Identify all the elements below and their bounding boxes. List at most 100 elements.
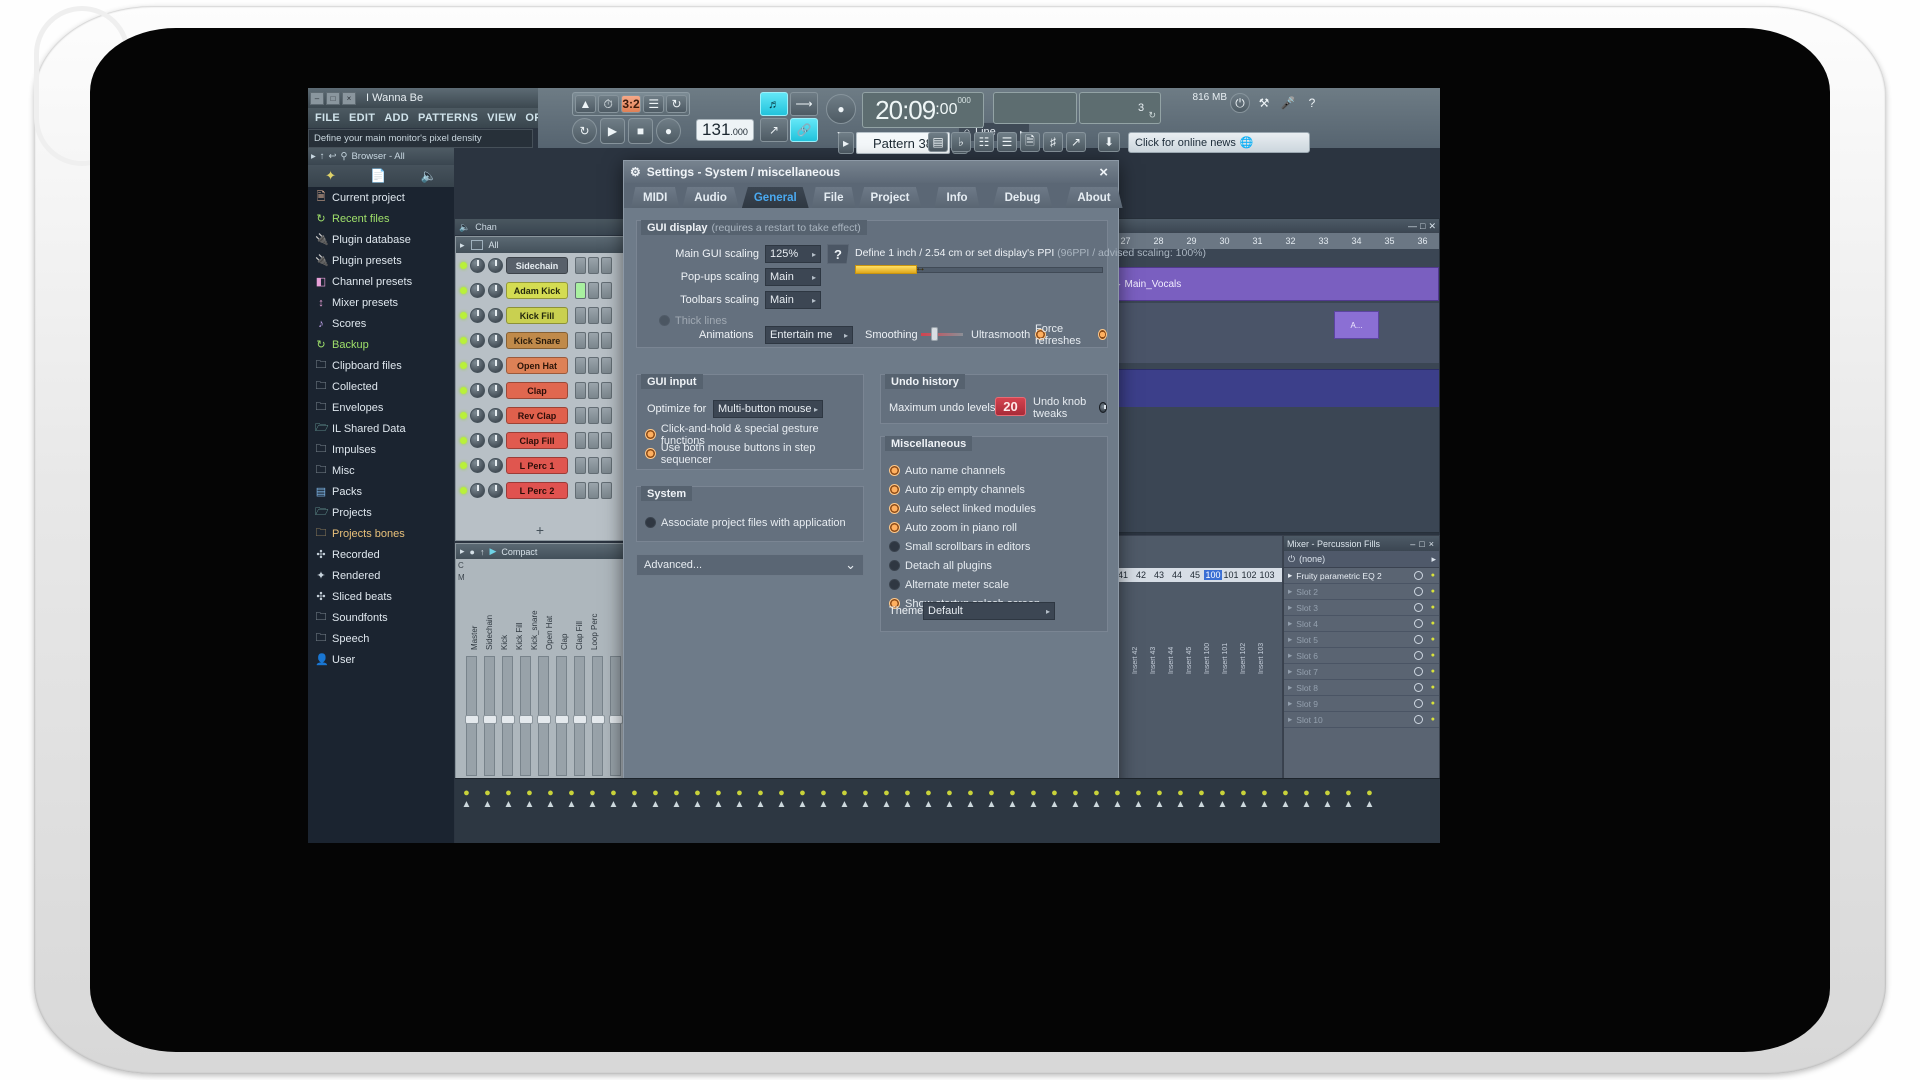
channel-led[interactable] (460, 312, 467, 319)
channel-led[interactable] (460, 387, 467, 394)
mixer-fader[interactable] (519, 656, 533, 776)
piano-roll-marker[interactable]: ● ▲ (459, 787, 474, 810)
insert-number[interactable]: 44 (1168, 570, 1186, 580)
miscellaneous-radio-4[interactable] (889, 541, 900, 552)
mixer-slot[interactable]: ▸ Slot 10 ● (1284, 712, 1439, 728)
step-button[interactable] (588, 457, 599, 474)
browser-item-7[interactable]: ↻ Backup (308, 334, 454, 355)
volume-knob[interactable] (488, 333, 503, 348)
playlist-pattern-row[interactable] (1109, 369, 1439, 407)
step-button[interactable] (588, 382, 599, 399)
insert-number-row[interactable]: 41 42 43 44 45 100 101 102 103 (1114, 568, 1282, 582)
browser-item-22[interactable]: 👤 User (308, 649, 454, 670)
channel-name[interactable]: L Perc 2 (506, 482, 568, 499)
mixer-slot[interactable]: ▸ Slot 8 ● (1284, 680, 1439, 696)
step-button[interactable] (601, 407, 612, 424)
browser-item-15[interactable]: 🗁 Projects (308, 502, 454, 523)
mixer-track-label[interactable]: Master (470, 588, 479, 650)
popups-scaling-select[interactable]: Main (765, 268, 821, 286)
menu-item-patterns[interactable]: PATTERNS (418, 112, 478, 124)
tab-file[interactable]: File (811, 187, 856, 208)
mixer-slot[interactable]: ▸ Slot 2 ● (1284, 584, 1439, 600)
piano-roll-marker[interactable]: ● ▲ (921, 787, 936, 810)
piano-roll-marker[interactable]: ● ▲ (1047, 787, 1062, 810)
tab-about[interactable]: About (1065, 187, 1123, 208)
stop-button[interactable]: ■ (628, 118, 653, 144)
pan-knob[interactable] (470, 333, 485, 348)
mixer-fader[interactable] (537, 656, 551, 776)
piano-roll-marker[interactable]: ● ▲ (1152, 787, 1167, 810)
insert-name[interactable]: Insert 45 (1186, 584, 1204, 674)
step-button[interactable] (601, 432, 612, 449)
pan-knob[interactable] (470, 258, 485, 273)
browser-item-14[interactable]: ▤ Packs (308, 481, 454, 502)
close-icon[interactable]: ✕ (1428, 221, 1436, 232)
slot-knob[interactable] (1413, 683, 1423, 692)
browser-icon[interactable]: 🗎 (1020, 132, 1040, 152)
slot-led[interactable]: ● (1431, 636, 1435, 643)
insert-name[interactable]: Insert 103 (1258, 584, 1276, 674)
piano-roll-marker[interactable]: ● ▲ (1362, 787, 1377, 810)
export-icon[interactable]: ⬇ (1098, 132, 1120, 152)
slot-led[interactable]: ● (1431, 652, 1435, 659)
tab-general[interactable]: General (741, 187, 809, 208)
piano-roll-marker[interactable]: ● ▲ (543, 787, 558, 810)
step-edit-icon[interactable]: ⟶ (790, 92, 818, 116)
step-button[interactable] (575, 307, 586, 324)
playlist-clip-a[interactable]: A... (1334, 311, 1379, 339)
channel-name[interactable]: Rev Clap (506, 407, 568, 424)
browser-item-19[interactable]: ✣ Sliced beats (308, 586, 454, 607)
slot-led[interactable]: ● (1431, 668, 1435, 675)
fader-handle[interactable] (483, 715, 497, 724)
menu-item-edit[interactable]: EDIT (349, 112, 375, 124)
fader-handle[interactable] (501, 715, 515, 724)
miscellaneous-radio-6[interactable] (889, 579, 900, 590)
miscellaneous-option-2[interactable]: Auto select linked modules (889, 499, 1040, 518)
piano-roll-marker[interactable]: ● ▲ (837, 787, 852, 810)
maximize-icon[interactable]: □ (1420, 221, 1425, 231)
browser-item-11[interactable]: 🗁 IL Shared Data (308, 418, 454, 439)
insert-number[interactable]: 101 (1222, 570, 1240, 580)
wait-midi-icon[interactable]: ⏱ (597, 95, 619, 113)
search-icon[interactable]: ⚲ (341, 151, 348, 162)
channel-filter-label[interactable]: All (489, 240, 499, 250)
tab-midi[interactable]: MIDI (631, 187, 680, 208)
tools-icon[interactable]: ⚒ (1254, 93, 1274, 113)
step-button[interactable] (588, 407, 599, 424)
smoothing-slider-handle[interactable] (931, 327, 938, 341)
browser-item-2[interactable]: 🔌 Plugin database (308, 229, 454, 250)
channel-name[interactable]: Clap Fill (506, 432, 568, 449)
mixer-slot[interactable]: ▸ Slot 3 ● (1284, 600, 1439, 616)
slot-led[interactable]: ● (1431, 700, 1435, 707)
minimize-button[interactable]: – (310, 91, 324, 105)
tab-debug[interactable]: Debug (992, 187, 1053, 208)
browser-item-17[interactable]: ✣ Recorded (308, 544, 454, 565)
piano-roll-marker[interactable]: ● ▲ (1131, 787, 1146, 810)
step-button[interactable] (588, 432, 599, 449)
effects-icon[interactable]: ↗ (1066, 132, 1086, 152)
up-arrow-icon[interactable]: ↑ (320, 151, 325, 162)
volume-knob[interactable] (488, 483, 503, 498)
mixer-slot[interactable]: ▸ Slot 6 ● (1284, 648, 1439, 664)
plugin-picker-icon[interactable]: ♯ (1043, 132, 1063, 152)
close-icon[interactable]: × (1429, 539, 1434, 549)
piano-roll-marker[interactable]: ● ▲ (1257, 787, 1272, 810)
piano-roll-marker[interactable]: ● ▲ (774, 787, 789, 810)
browser-item-21[interactable]: 🗀 Speech (308, 628, 454, 649)
piano-roll-marker[interactable]: ● ▲ (1236, 787, 1251, 810)
mixer-slot-header[interactable]: ⏻ (none) ▸ (1284, 551, 1439, 568)
loop-toggle-icon[interactable]: ↻ (572, 118, 597, 144)
step-button[interactable] (575, 432, 586, 449)
metronome-icon[interactable]: ▲ (575, 95, 596, 113)
browser-item-20[interactable]: 🗀 Soundfonts (308, 607, 454, 628)
minimize-icon[interactable]: – (1410, 539, 1415, 549)
piano-roll-marker[interactable]: ● ▲ (879, 787, 894, 810)
play-button[interactable]: ▶ (600, 118, 625, 144)
power-icon[interactable]: ⏻ (1288, 554, 1295, 565)
fader-handle[interactable] (573, 715, 587, 724)
piano-roll-marker[interactable]: ● ▲ (501, 787, 516, 810)
piano-roll-marker[interactable]: ● ▲ (1341, 787, 1356, 810)
step-button[interactable] (601, 382, 612, 399)
bar-beat-display[interactable]: 3:2 (620, 95, 642, 113)
piano-roll-marker[interactable]: ● ▲ (480, 787, 495, 810)
